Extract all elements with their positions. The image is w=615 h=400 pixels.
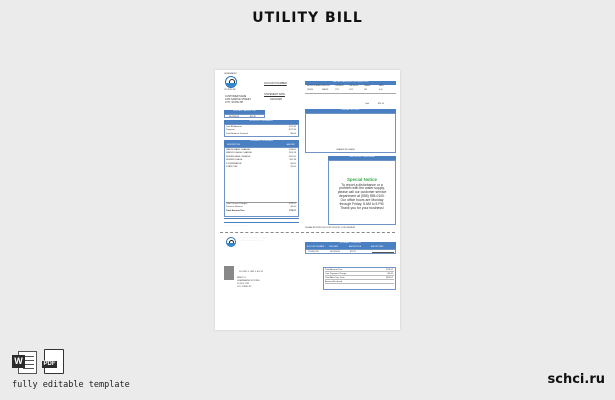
coupon-line-label: Total Amount Due (325, 269, 343, 271)
col-meter: METER NUMBER (307, 85, 322, 87)
usage-chart-area: CHANGE IN USAGE (305, 112, 396, 153)
meter-total-value: $24.18 (378, 103, 384, 105)
statement-label: STATEMENT DATE (264, 93, 285, 96)
amount-value: $78.57 (250, 115, 257, 118)
postal-barcode-text: ıı·ı·ıııı·ı··ıııı·ı·ıı·ı·ıı (239, 269, 263, 273)
coupon-line-label: Total After Due Date (325, 277, 345, 279)
customer-line-3: CITY, STATE ZIP (225, 101, 244, 104)
barcode-icon (224, 266, 234, 280)
charge-row: STATE TAX $1.00 (226, 166, 297, 169)
total-label: Total Amount Due (226, 209, 245, 212)
due-value: 04/25/2020 (229, 115, 240, 118)
company-subtitle: UTILITIES INC (224, 89, 236, 91)
col-service: SERVICE (322, 85, 330, 87)
notice-box: Special Notice To report a disturbance o… (328, 159, 396, 225)
due-amount-header: DUE DATE · AMOUNT DUE (224, 110, 265, 114)
tear-line (220, 232, 395, 233)
charge-label: STATE TAX (226, 166, 238, 168)
pay-amount: $78.57 (350, 250, 357, 253)
meter-total-label: Total (365, 103, 369, 105)
cell-current: 1775 (335, 89, 339, 91)
charges-box: WATER BASE CHARGE $18.00 WATER USAGE CHAR… (224, 146, 299, 217)
col-previous: PREVIOUS (349, 85, 359, 87)
coupon-line-value: $78.57 (386, 269, 393, 271)
pdf-icon: PDF (42, 349, 64, 374)
coupon-line-label: Late Payment Charge (325, 273, 347, 275)
remit-line-3: CITY, STATE ZIP (237, 286, 252, 288)
word-icon: W (12, 349, 38, 374)
meter-table-header: METER READING INFORMATION (305, 81, 396, 85)
amount-label: AMOUNT DUE (243, 110, 256, 112)
amount-paid-field[interactable] (372, 251, 394, 253)
return-note: PLEASE RETURN THIS PORTION WITH YOUR PAY… (305, 227, 356, 229)
coupon-fine-print: · · · · · · · · · · · · · · · · · · · · … (239, 240, 263, 242)
charge-value: $1.00 (290, 166, 296, 168)
coupon-line: Amount Enclosed (325, 281, 394, 284)
pay-due: 04/25/2020 (330, 250, 341, 253)
usage-note: CHANGE IN USAGE (336, 148, 355, 151)
pay-account: 123456-789 (308, 250, 319, 253)
coupon-line: Total After Due Date $83.57 (325, 277, 394, 280)
page-title: UTILITY BILL (252, 10, 363, 26)
summary-row: Total Balance Forward $0.00 (226, 133, 297, 136)
payment-row: 123456-789 04/25/2020 $78.57 (305, 248, 396, 254)
notice-title: Special Notice (346, 176, 377, 182)
col-usage: USAGE (364, 85, 371, 87)
cell-previous: 1512 (349, 89, 353, 91)
coupon-line-label: Amount Enclosed (325, 281, 343, 283)
col-rate: RATE (379, 85, 384, 87)
summary-value: $0.00 (290, 132, 296, 135)
brand-link[interactable]: schci.ru (548, 372, 605, 387)
bill-document: GREENWATER UTILITIES INC ACCOUNT NUMBER … (215, 70, 400, 330)
cell-service: WATER (322, 89, 329, 91)
template-caption: fully editable template (12, 380, 130, 390)
account-label: ACCOUNT NUMBER (264, 82, 287, 85)
total-row: Total Amount Due $78.57 (226, 210, 297, 213)
company-logo-icon (225, 76, 237, 88)
cell-meter: 123456 (307, 89, 313, 91)
coupon-line-value: $83.57 (386, 277, 393, 279)
due-label: DUE DATE (233, 110, 243, 112)
meter-table-row: 123456 WATER 1775 1512 263 0.04 (305, 89, 396, 92)
total-value: $78.57 (289, 209, 296, 212)
due-amount-box: 04/25/2020 $78.57 (224, 114, 265, 118)
summary-footnote: · · · · · · · · · · · · · · · · · · · · (225, 225, 247, 227)
meter-table-cols: METER NUMBER SERVICE CURRENT PREVIOUS US… (305, 85, 396, 88)
pdf-icon-label: PDF (42, 361, 57, 368)
notice-line: Thank you for your business! (340, 205, 384, 210)
cell-usage: 263 (364, 89, 367, 91)
coupon-line: Total Amount Due $78.57 (325, 269, 394, 272)
coupon-line-value: $5.00 (387, 273, 393, 275)
coupon-logo-icon (226, 237, 236, 247)
statement-date: 04/01/2020 (270, 98, 282, 101)
company-name: GREENWATER (224, 73, 237, 75)
coupon-lines-box: Total Amount Due $78.57 Late Payment Char… (323, 267, 396, 290)
summary-box: Last Bill Amount $72.30 Payment -$72.30 To… (224, 123, 299, 137)
word-icon-letter: W (12, 355, 25, 368)
cell-rate: 0.04 (379, 89, 383, 91)
coupon-line: Late Payment Charge $5.00 (325, 273, 394, 276)
col-current: CURRENT (335, 85, 344, 87)
summary-label: Total Balance Forward (226, 132, 248, 135)
notice-body: To report a disturbance or a problem wit… (331, 183, 393, 211)
